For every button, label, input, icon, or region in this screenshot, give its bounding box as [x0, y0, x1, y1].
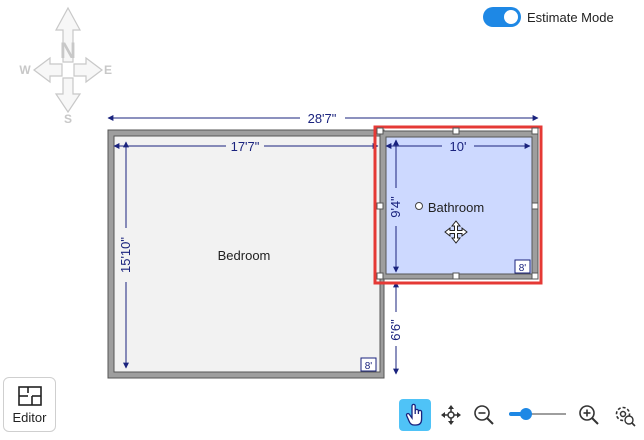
settings-icon — [615, 406, 636, 427]
resize-handle-bottom-right[interactable] — [531, 272, 539, 280]
editor-label: Editor — [12, 409, 47, 425]
resize-handle-top-left[interactable] — [376, 127, 384, 135]
resize-handle-right[interactable] — [531, 202, 539, 210]
editor-button[interactable]: Editor — [3, 377, 56, 432]
resize-handle-top[interactable] — [452, 127, 460, 135]
view-settings-button[interactable] — [608, 399, 640, 431]
zoom-slider-thumb[interactable] — [520, 408, 532, 420]
zoom-slider[interactable] — [505, 404, 568, 424]
compass-north: N — [60, 38, 76, 63]
compass-south: S — [64, 112, 72, 126]
bathroom-width-label: 10' — [450, 139, 467, 154]
estimate-mode-label: Estimate Mode — [527, 9, 614, 25]
estimate-mode-toggle[interactable]: Estimate Mode — [483, 6, 614, 28]
compass-east: E — [104, 63, 112, 77]
bedroom-width-label: 17'7" — [231, 139, 260, 154]
floor-plan-canvas[interactable]: N S E W 28'7" Bedroom 8' 17'7" 15'10" Ba… — [0, 0, 644, 440]
pointer-hand-button[interactable] — [399, 399, 431, 431]
zoom-out-icon — [474, 405, 494, 425]
resize-handle-top-right[interactable] — [531, 127, 539, 135]
zoom-in-icon — [579, 405, 599, 425]
pan-button[interactable] — [435, 399, 467, 431]
toggle-knob — [504, 10, 518, 24]
bathroom-anchor-point[interactable] — [415, 202, 423, 210]
room-bedroom[interactable]: Bedroom 8' — [107, 129, 385, 379]
bathroom-ceiling-height: 8' — [519, 263, 527, 274]
zoom-in-button[interactable] — [573, 399, 605, 431]
zoom-out-button[interactable] — [468, 399, 500, 431]
resize-handle-bottom[interactable] — [452, 272, 460, 280]
bathroom-label: Bathroom — [428, 200, 484, 215]
pointer-hand-icon — [405, 403, 423, 426]
overall-width-label: 28'7" — [308, 111, 337, 126]
overall-width-dimension: 28'7" — [107, 111, 539, 126]
bedroom-height-label: 15'10" — [118, 237, 133, 273]
resize-handle-bottom-left[interactable] — [376, 272, 384, 280]
move-icon — [441, 405, 461, 425]
below-bathroom-label: 6'6" — [388, 319, 403, 341]
compass: N S E W — [19, 6, 112, 126]
floorplan-editor-icon — [17, 385, 42, 406]
toggle-switch[interactable] — [483, 7, 521, 27]
bedroom-ceiling-height: 8' — [365, 361, 373, 372]
compass-west: W — [19, 63, 31, 77]
bathroom-height-label: 9'4" — [388, 196, 403, 218]
below-bathroom-dimension: 6'6" — [388, 281, 403, 375]
resize-handle-left[interactable] — [376, 202, 384, 210]
bedroom-label: Bedroom — [218, 248, 271, 263]
